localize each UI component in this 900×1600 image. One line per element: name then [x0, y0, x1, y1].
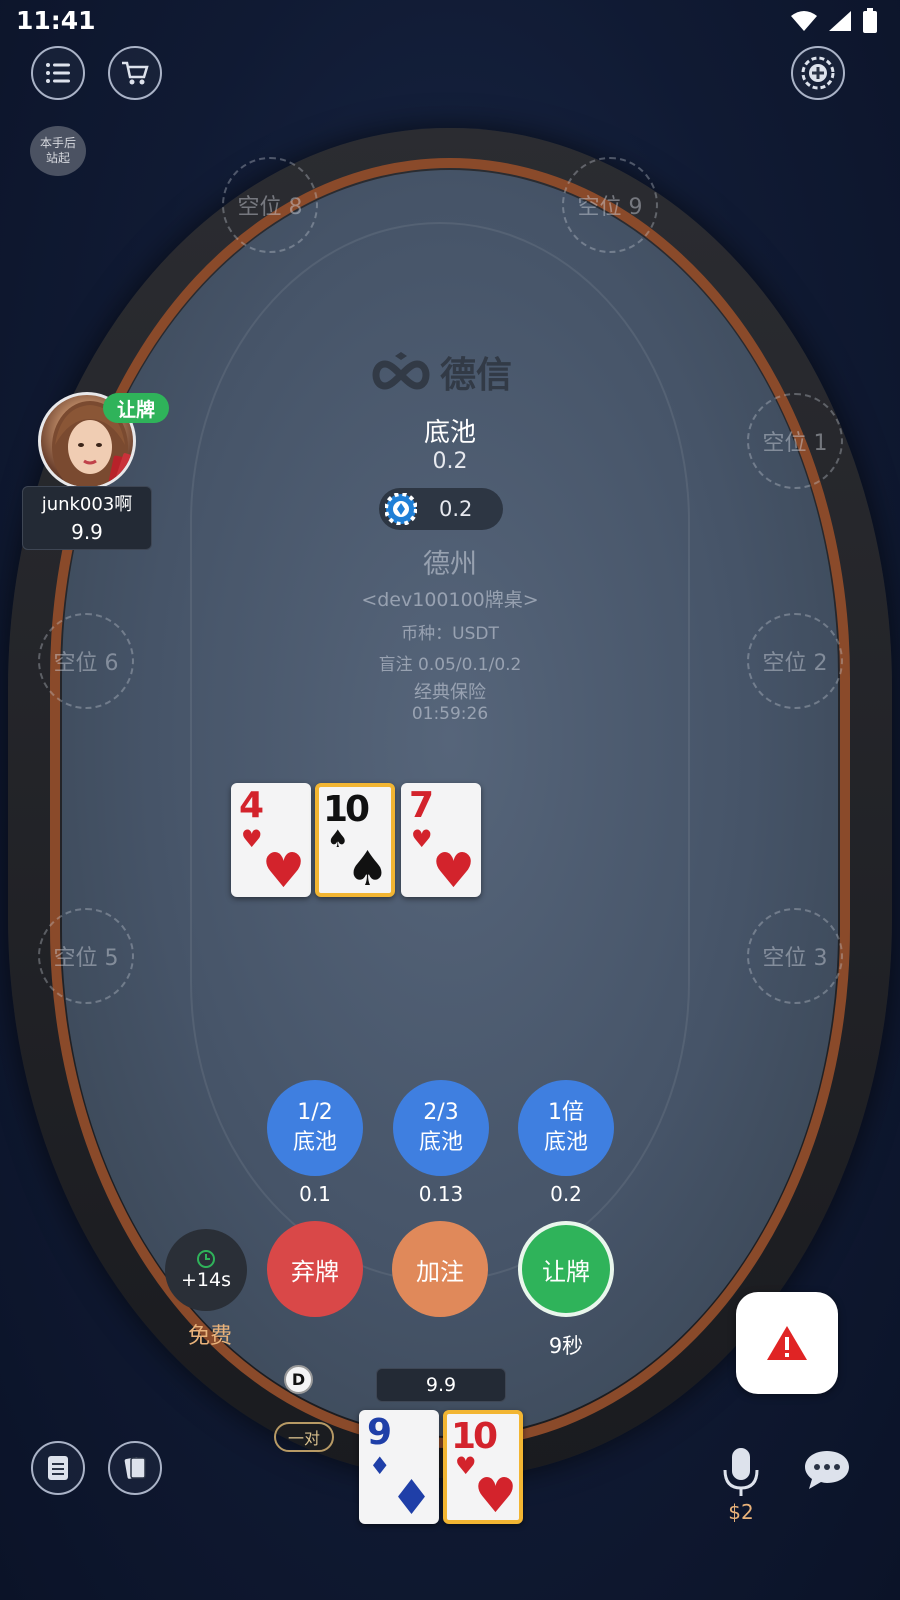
currency: 币种：USDT	[401, 624, 499, 644]
chat-bubble-icon	[805, 1451, 849, 1489]
fold-button[interactable]: 弃牌	[267, 1221, 363, 1317]
signal-icon	[829, 11, 851, 31]
add-chips-button[interactable]	[791, 46, 845, 100]
card-rank: 7	[409, 785, 434, 826]
half-pot-amount: 0.1	[299, 1182, 331, 1206]
dealer-button: D	[284, 1365, 313, 1394]
card-rank: 10	[451, 1416, 498, 1457]
shop-button[interactable]	[108, 46, 162, 100]
hero-stack: 9.9	[376, 1368, 506, 1402]
microphone-button[interactable]	[721, 1446, 761, 1504]
mic-price: $2	[728, 1500, 754, 1524]
card-suit-small: ♦	[369, 1452, 391, 1480]
pot-chip-value: 0.2	[439, 497, 473, 521]
full-pot-button[interactable]: 1倍 底池	[518, 1080, 614, 1176]
hand-type-badge: 一对	[274, 1422, 334, 1452]
free-label: 免费	[187, 1324, 232, 1349]
microphone-icon	[723, 1448, 759, 1496]
half-pot-button[interactable]: 1/2 底池	[267, 1080, 363, 1176]
empty-seat-5[interactable]: 空位 5	[38, 908, 134, 1004]
hero-card-2: 10 ♥ ♥	[443, 1410, 523, 1524]
empty-seat-3[interactable]: 空位 3	[747, 908, 843, 1004]
card-suit-large: ♠	[345, 841, 389, 897]
player-stack: 9.9	[71, 520, 103, 544]
list-icon	[46, 63, 70, 83]
card-suit-large: ♥	[473, 1468, 517, 1524]
player-action-badge: 让牌	[103, 393, 169, 423]
empty-seat-8[interactable]: 空位 8	[222, 157, 318, 253]
empty-seat-1[interactable]: 空位 1	[747, 393, 843, 489]
status-icons	[790, 8, 878, 34]
card-rank: 10	[323, 789, 370, 830]
half-pot-line2: 底池	[292, 1130, 337, 1155]
table-logo: 德信	[368, 346, 512, 398]
poker-chip-icon	[385, 493, 417, 525]
community-card-2: 10 ♠ ♠	[315, 783, 395, 897]
empty-seat-2[interactable]: 空位 2	[747, 613, 843, 709]
report-button[interactable]	[736, 1292, 838, 1394]
raise-button[interactable]: 加注	[392, 1221, 488, 1317]
clock-icon	[197, 1250, 215, 1268]
cards-button[interactable]	[108, 1441, 162, 1495]
logo-text: 德信	[440, 355, 513, 396]
empty-seat-6[interactable]: 空位 6	[38, 613, 134, 709]
chip-plus-icon	[801, 56, 835, 90]
menu-button[interactable]	[31, 46, 85, 100]
table-name: <dev100100牌桌>	[361, 589, 539, 611]
two-thirds-pot-line2: 底池	[418, 1130, 463, 1155]
document-icon	[48, 1456, 68, 1480]
two-thirds-pot-amount: 0.13	[418, 1182, 464, 1206]
blinds: 盲注 0.05/0.1/0.2	[378, 655, 522, 675]
empty-seat-9[interactable]: 空位 9	[562, 157, 658, 253]
add-time-label: +14s	[181, 1269, 231, 1291]
wifi-icon	[791, 11, 817, 31]
status-time: 11:41	[16, 6, 96, 35]
cart-icon	[122, 61, 149, 85]
full-pot-line2: 底池	[543, 1130, 588, 1155]
insurance-type: 经典保险	[414, 682, 486, 703]
card-suit-large: ♦	[389, 1470, 433, 1526]
community-card-1: 4 ♥ ♥	[231, 783, 311, 897]
chat-button[interactable]	[803, 1449, 851, 1495]
card-rank: 9	[367, 1412, 392, 1453]
infinity-logo-icon	[372, 352, 430, 390]
hero-card-1: 9 ♦ ♦	[359, 1410, 439, 1524]
countdown-label: 9秒	[548, 1334, 584, 1358]
two-thirds-pot-line1: 2/3	[423, 1100, 459, 1125]
two-thirds-pot-button[interactable]: 2/3 底池	[393, 1080, 489, 1176]
stand-up-after-hand-button[interactable]: 本手后 站起	[30, 126, 86, 176]
half-pot-line1: 1/2	[297, 1100, 333, 1125]
game-name: 德州	[423, 549, 477, 580]
game-clock: 01:59:26	[411, 704, 489, 724]
full-pot-amount: 0.2	[550, 1182, 582, 1206]
warning-icon	[767, 1326, 807, 1360]
pot-chip-pill: 0.2	[379, 488, 503, 530]
full-pot-line1: 1倍	[548, 1100, 584, 1125]
battery-icon	[863, 8, 877, 33]
player-name: junk003啊	[41, 494, 133, 515]
pot-label: 底池	[423, 418, 476, 448]
card-suit-large: ♥	[261, 843, 305, 899]
stand-up-line2: 站起	[45, 151, 70, 165]
card-icon	[124, 1457, 146, 1479]
add-time-button[interactable]: +14s	[165, 1229, 247, 1311]
history-button[interactable]	[31, 1441, 85, 1495]
card-suit-small: ♥	[241, 825, 263, 853]
community-card-3: 7 ♥ ♥	[401, 783, 481, 897]
card-suit-large: ♥	[431, 843, 475, 899]
card-suit-small: ♥	[411, 825, 433, 853]
card-rank: 4	[239, 785, 264, 826]
pot-value: 0.2	[432, 449, 468, 474]
check-button[interactable]: 让牌	[518, 1221, 614, 1317]
stand-up-line1: 本手后	[39, 136, 76, 150]
